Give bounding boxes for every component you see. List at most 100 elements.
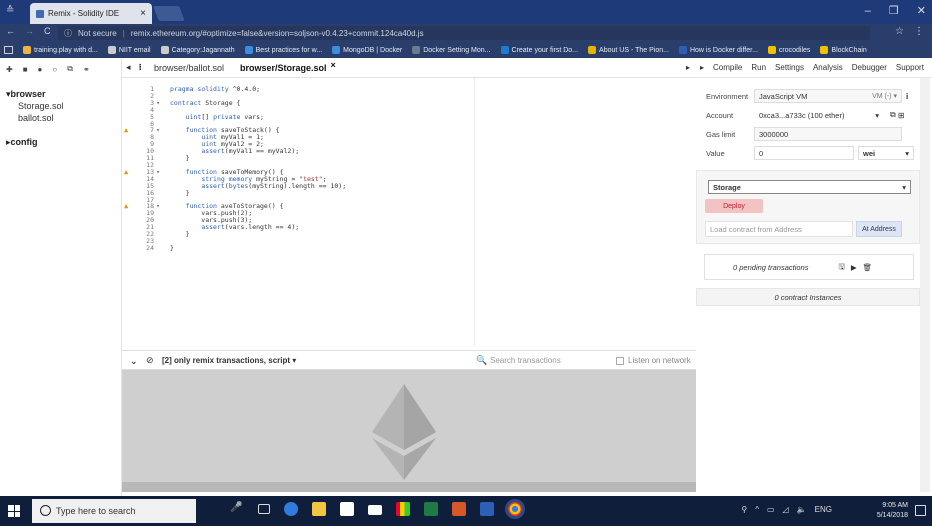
excel-icon[interactable]: [424, 502, 438, 516]
code-line[interactable]: }: [170, 231, 346, 238]
folder-icon[interactable]: ■: [23, 65, 28, 74]
back-icon[interactable]: ←: [6, 26, 15, 36]
task-view-icon[interactable]: [258, 504, 270, 514]
add-file-icon[interactable]: ✚: [6, 65, 13, 74]
bookmark-item[interactable]: crocodiles: [767, 46, 810, 54]
code-content[interactable]: pragma solidity ^0.4.0; contract Storage…: [170, 86, 346, 252]
terminal-output[interactable]: >: [122, 370, 696, 493]
search-transactions-input[interactable]: Search transactions: [490, 356, 561, 365]
maximize-icon[interactable]: ❐: [889, 4, 899, 17]
bookmark-item[interactable]: How is Docker differ...: [678, 46, 758, 54]
stats-app-icon[interactable]: [396, 502, 410, 516]
info-icon[interactable]: i: [906, 92, 908, 101]
bookmark-item[interactable]: MongoDB | Docker: [332, 46, 402, 54]
fold-icon[interactable]: ▾: [154, 168, 160, 176]
terminal-filter[interactable]: [2] only remix transactions, script ▾: [162, 356, 296, 365]
browser-menu-dots-icon[interactable]: ⋮: [914, 26, 924, 37]
tab-compile[interactable]: Compile: [713, 63, 742, 72]
reload-icon[interactable]: C: [44, 26, 51, 36]
bookmark-item[interactable]: Category:Jagannath: [160, 46, 235, 54]
file-item[interactable]: Storage.sol: [6, 100, 64, 112]
at-address-button[interactable]: At Address: [856, 221, 902, 237]
tab-support[interactable]: Support: [896, 63, 924, 72]
github-icon[interactable]: ●: [38, 65, 43, 74]
show-hidden-icon[interactable]: ^: [755, 505, 759, 514]
save-scenario-icon[interactable]: 🖫: [838, 261, 844, 274]
fold-icon[interactable]: ▾: [154, 203, 160, 210]
code-line[interactable]: uint[] private vars;: [170, 113, 346, 121]
taskbar-search-input[interactable]: Type here to search: [32, 499, 196, 523]
scroll-tabs-left-icon[interactable]: ◂: [122, 58, 135, 78]
network-icon[interactable]: ◿: [783, 505, 789, 514]
clear-console-icon[interactable]: ⊘: [146, 355, 154, 366]
fold-icon[interactable]: ▾: [154, 99, 160, 107]
code-editor[interactable]: 1 2 3 ▾ 4 5 6 ▲ 7 ▾ 8 9 10 11 12 ▲ 13 ▾ 14 15 16 17 ▲ 18 ▾ 19 20 21…: [122, 78, 696, 346]
code-line[interactable]: assert(bytes(myString).length == 10);: [170, 182, 346, 190]
deploy-button[interactable]: Deploy: [705, 199, 763, 213]
code-line[interactable]: }: [170, 155, 346, 162]
folder-browser[interactable]: ▾browser: [6, 88, 64, 100]
copy-icon[interactable]: ⧉: [67, 64, 73, 74]
tab-close-icon[interactable]: ×: [140, 8, 146, 19]
bookmark-item[interactable]: BlockChain: [820, 46, 867, 54]
folder-config[interactable]: ▸config: [6, 136, 64, 148]
gas-limit-input[interactable]: 3000000: [754, 127, 902, 141]
new-account-icon[interactable]: ⊞: [898, 111, 905, 120]
battery-icon[interactable]: ▭: [767, 505, 775, 514]
new-tab-button[interactable]: [153, 6, 185, 21]
bookmark-item[interactable]: Docker Setting Mon...: [412, 46, 491, 54]
tab-close-icon[interactable]: ×: [331, 60, 336, 70]
tab-ballot-sol[interactable]: browser/ballot.sol: [146, 58, 232, 78]
bookmark-item[interactable]: training.play with d...: [23, 46, 98, 54]
store-icon[interactable]: [340, 502, 354, 516]
powerpoint-icon[interactable]: [452, 502, 466, 516]
browser-tab[interactable]: Remix - Solidity IDE ×: [30, 3, 152, 24]
tab-storage-sol[interactable]: browser/Storage.sol ×: [232, 58, 344, 78]
microphone-icon[interactable]: 🎤: [230, 502, 244, 516]
url-field[interactable]: ⓘ Not secure | remix.ethereum.org/#optim…: [58, 26, 870, 40]
link-icon[interactable]: ⚭: [83, 65, 90, 74]
terminal-scrollbar[interactable]: [122, 482, 696, 492]
code-line[interactable]: }: [170, 189, 346, 197]
tab-settings[interactable]: Settings: [775, 63, 804, 72]
warning-icon[interactable]: ▲: [124, 127, 128, 134]
bookmark-item[interactable]: About US - The Pion...: [588, 46, 669, 54]
chrome-icon[interactable]: [508, 502, 522, 516]
clock[interactable]: 9:05 AM 5/14/2018: [877, 501, 908, 521]
load-contract-address-input[interactable]: Load contract from Address: [705, 221, 853, 237]
language-label[interactable]: ENG: [815, 505, 832, 514]
bookmark-star-icon[interactable]: ☆: [895, 26, 904, 37]
listen-checkbox[interactable]: [616, 356, 624, 365]
mail-icon[interactable]: [368, 505, 382, 515]
fold-icon[interactable]: ▾: [154, 127, 160, 134]
volume-icon[interactable]: 🔈: [797, 505, 807, 514]
collapse-terminal-icon[interactable]: ⌄: [130, 356, 138, 367]
bookmark-item[interactable]: Create your first Do...: [500, 46, 578, 54]
bookmark-item[interactable]: Best practices for w...: [244, 46, 322, 54]
forward-icon[interactable]: →: [25, 26, 34, 36]
value-input[interactable]: 0: [754, 146, 854, 160]
minimize-icon[interactable]: –: [865, 5, 871, 17]
account-select[interactable]: 0xca3...a733c (100 ether) ▾: [754, 108, 884, 122]
bookmark-item[interactable]: NIIT email: [107, 46, 151, 54]
code-line[interactable]: }: [170, 244, 346, 252]
word-icon[interactable]: [480, 502, 494, 516]
code-line[interactable]: pragma solidity ^0.4.0;: [170, 86, 346, 93]
edge-icon[interactable]: [284, 502, 298, 516]
code-line[interactable]: contract Storage {: [170, 99, 346, 107]
listen-network-toggle[interactable]: Listen on network: [616, 356, 691, 365]
tab-run[interactable]: Run: [751, 63, 766, 72]
contract-select[interactable]: Storage ▾: [708, 180, 911, 194]
warning-icon[interactable]: ▲: [124, 203, 128, 210]
notification-icon[interactable]: [915, 505, 926, 516]
gist-icon[interactable]: ○: [52, 65, 57, 74]
collapse-right-icon[interactable]: ▸: [700, 63, 704, 72]
environment-select[interactable]: JavaScript VM VM (-) ▾: [754, 89, 902, 103]
expand-right-panel-icon[interactable]: ▸: [686, 63, 690, 72]
value-unit-select[interactable]: wei ▾: [858, 146, 914, 160]
code-line[interactable]: assert(myVal1 == myVal2);: [170, 148, 346, 155]
scroll-tabs-right-icon[interactable]: ⁝: [135, 58, 146, 78]
clear-instances-icon[interactable]: 🗑: [863, 263, 873, 272]
code-line[interactable]: assert(vars.length == 4);: [170, 224, 346, 231]
tab-debugger[interactable]: Debugger: [852, 63, 887, 72]
